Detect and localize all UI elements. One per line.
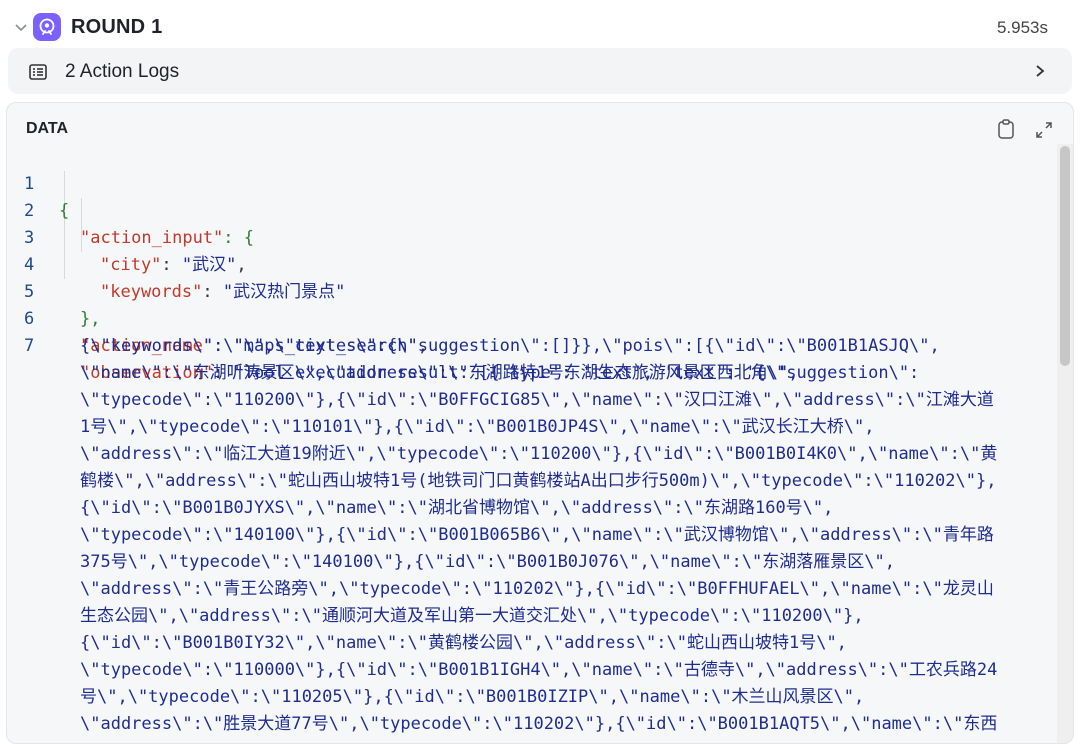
code-wrap-line: \"typecode\":\"140100\"},{\"id\":\"B001B… xyxy=(80,525,994,545)
code-wrap-line: \"typecode\":\"110200\"},{\"id\":\"B0FFG… xyxy=(80,390,994,410)
scrollbar-thumb[interactable] xyxy=(1060,146,1070,366)
code-line: 2 "action_input": { xyxy=(7,171,1047,248)
list-icon xyxy=(29,64,47,80)
code-wrap-line: \"address\":\"临江大道19附近\",\"typecode\":\"… xyxy=(80,444,998,464)
code-wrap-line: {\"keywords\":\"\",\"ciytes\":{\"suggest… xyxy=(80,336,940,356)
agent-avatar-icon xyxy=(33,13,61,41)
expand-icon[interactable] xyxy=(1035,121,1053,139)
data-panel-title: DATA xyxy=(26,120,69,137)
data-panel: DATA 1 { 2 "action_input": { 3 "city": "… xyxy=(6,102,1074,744)
code-wrap-line: {\"id\":\"B001B0IY32\",\"name\":\"黄鹤楼公园\… xyxy=(80,633,847,653)
code-line: 6 "action_name": "maps_text_search", xyxy=(7,279,1047,356)
action-logs-row[interactable]: 2 Action Logs xyxy=(8,48,1072,94)
code-wrap-line: 鹤楼\",\"address\":\"蛇山西山坡特1号(地铁司门口黄鹤楼站A出口… xyxy=(80,471,997,491)
code-wrap-line: {\"id\":\"B001B0JYXS\",\"name\":\"湖北省博物馆… xyxy=(80,498,834,518)
code-line: 3 "city": "武汉", xyxy=(7,198,1047,275)
code-wrap-line: \"name\":\"东湖听涛景区\",\"address\":\"东湖路特1号… xyxy=(80,363,799,383)
code-wrap-line: 号\",\"typecode\":\"110205\"},{\"id\":\"B… xyxy=(80,687,865,707)
round-duration: 5.953s xyxy=(996,18,1048,37)
chevron-down-icon[interactable] xyxy=(14,20,28,34)
code-wrap-line: 1号\",\"typecode\":\"110101\"},{\"id\":\"… xyxy=(80,417,875,437)
code-wrap-line: 375号\",\"typecode\":\"140100\"},{\"id\":… xyxy=(80,552,895,572)
json-code-viewer[interactable]: 1 { 2 "action_input": { 3 "city": "武汉", … xyxy=(7,144,1057,743)
code-wrap-line: \"typecode\":\"110000\"},{\"id\":\"B001B… xyxy=(80,660,998,680)
copy-icon[interactable] xyxy=(997,119,1015,139)
action-logs-label: 2 Action Logs xyxy=(65,61,180,82)
code-wrap-line: 生态公园\",\"address\":\"通顺河大道及军山第一大道交汇处\",\… xyxy=(80,606,864,626)
code-line: 4 "keywords": "武汉热门景点" xyxy=(7,225,1047,302)
code-wrap-line: \"address\":\"青王公路旁\",\"typecode\":\"110… xyxy=(80,579,994,599)
code-line: 5 }, xyxy=(7,252,1047,329)
round-title: ROUND 1 xyxy=(71,16,163,38)
code-line: 7 "observation": "Tool execution result:… xyxy=(7,306,1047,383)
chevron-right-icon[interactable] xyxy=(1034,64,1046,78)
code-line: 1 { xyxy=(7,144,1047,221)
